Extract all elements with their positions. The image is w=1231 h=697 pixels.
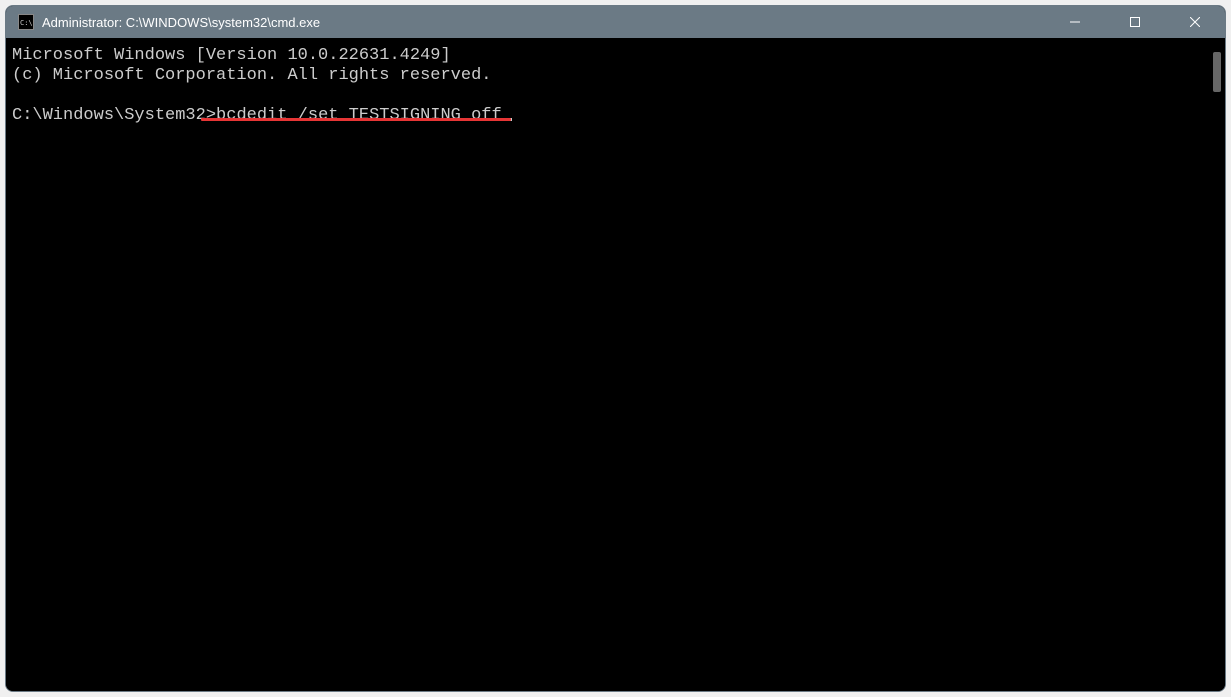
title-bar[interactable]: C:\ Administrator: C:\WINDOWS\system32\c…: [6, 6, 1225, 38]
cmd-window: C:\ Administrator: C:\WINDOWS\system32\c…: [5, 5, 1226, 692]
svg-text:C:\: C:\: [20, 19, 32, 27]
terminal-content: Microsoft Windows [Version 10.0.22631.42…: [12, 46, 1205, 126]
terminal-prompt: C:\Windows\System32>: [12, 106, 216, 125]
terminal-command: bcdedit /set TESTSIGNING off: [216, 106, 502, 125]
close-button[interactable]: [1165, 6, 1225, 38]
maximize-button[interactable]: [1105, 6, 1165, 38]
cmd-icon: C:\: [18, 14, 34, 30]
maximize-icon: [1130, 17, 1140, 27]
terminal-line: (c) Microsoft Corporation. All rights re…: [12, 66, 491, 85]
minimize-button[interactable]: [1045, 6, 1105, 38]
scrollbar-track[interactable]: [1209, 42, 1223, 687]
minimize-icon: [1070, 17, 1080, 27]
close-icon: [1190, 17, 1200, 27]
terminal-line: Microsoft Windows [Version 10.0.22631.42…: [12, 46, 451, 65]
red-underline-annotation: [201, 118, 511, 121]
terminal-area[interactable]: Microsoft Windows [Version 10.0.22631.42…: [6, 38, 1225, 691]
window-title: Administrator: C:\WINDOWS\system32\cmd.e…: [42, 15, 320, 30]
scrollbar-thumb[interactable]: [1213, 52, 1221, 92]
